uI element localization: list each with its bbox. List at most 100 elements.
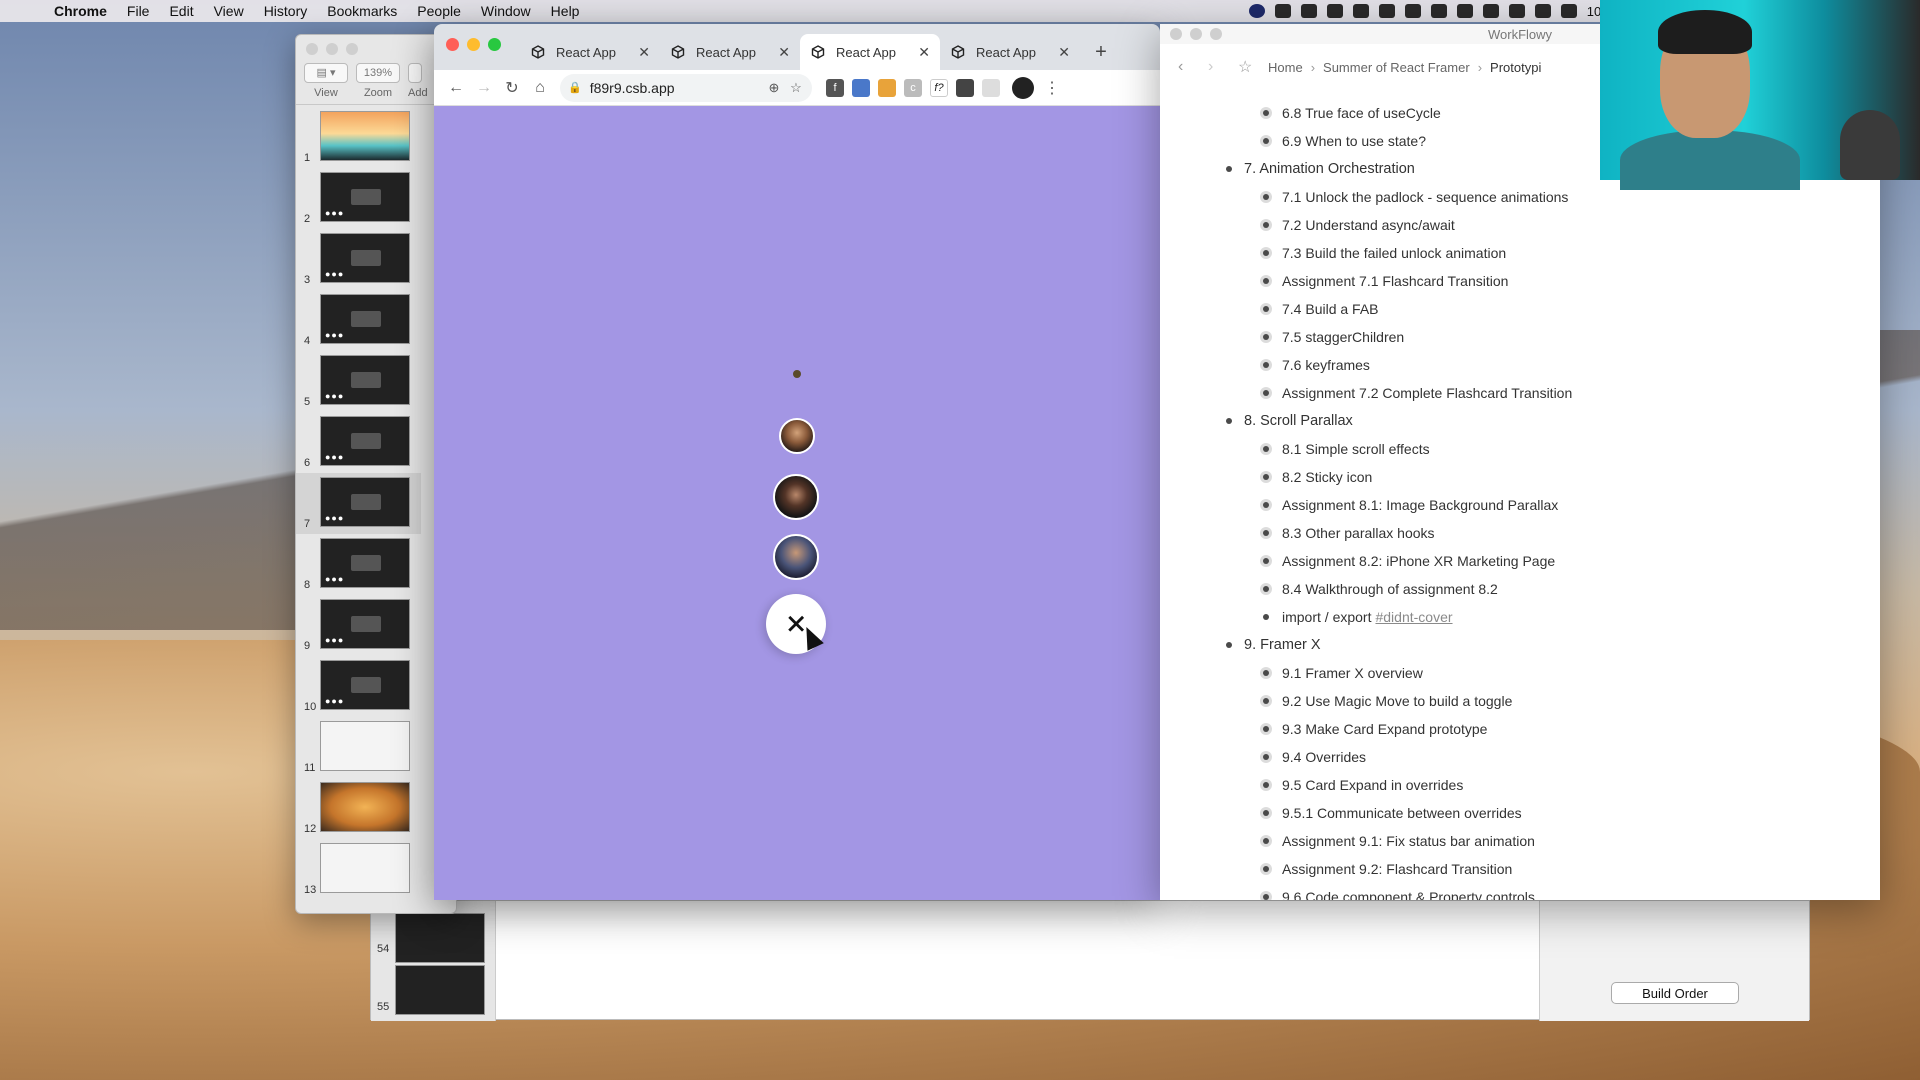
menu-extra-icon[interactable] [1456,4,1473,18]
outline-item[interactable]: 6.8 True face of useCycle [1260,102,1441,124]
outline-item[interactable]: 9.4 Overrides [1260,746,1366,768]
outline-item-text[interactable]: 7.1 Unlock the padlock - sequence animat… [1282,189,1568,205]
star-icon[interactable]: ☆ [1238,57,1268,77]
bullet-icon[interactable] [1260,275,1272,287]
dropbox-icon[interactable] [1300,4,1317,18]
tab-close-icon[interactable]: ✕ [778,44,790,61]
cloud-icon[interactable] [1378,4,1395,18]
slide-row[interactable]: 10 ●●● [296,656,421,717]
extension-sync-icon[interactable] [982,78,1000,97]
outline-item-text[interactable]: 7.3 Build the failed unlock animation [1282,245,1506,261]
tab-close-icon[interactable]: ✕ [1058,44,1070,61]
view-tool[interactable]: ▤ ▾ View [304,63,348,99]
outline-item-text[interactable]: 8.1 Simple scroll effects [1282,441,1430,457]
wifi-icon[interactable] [1560,4,1577,18]
slide-row[interactable]: 9 ●●● [296,595,421,656]
menu-help[interactable]: Help [551,3,580,19]
back-chevron-icon[interactable]: ‹ [1178,58,1208,76]
outline-item[interactable]: 9.5.1 Communicate between overrides [1260,802,1522,824]
profile-avatar[interactable] [1012,76,1034,99]
tab-react-app-4[interactable]: React App ✕ [940,34,1080,70]
extension-calendar-icon[interactable] [852,78,870,97]
breadcrumb-course[interactable]: Summer of React Framer [1323,60,1470,75]
bullet-icon[interactable] [1260,331,1272,343]
slide-thumbnail[interactable]: ●●● [320,416,410,466]
slide-row[interactable]: 5 ●●● [296,351,421,412]
outline-item[interactable]: 7.4 Build a FAB [1260,298,1379,320]
home-icon[interactable]: ⌂ [526,74,554,102]
bullet-icon[interactable] [1226,418,1232,424]
slide-row[interactable]: 7 ●●● [296,473,421,534]
bullet-icon[interactable] [1260,471,1272,483]
outline-item[interactable]: 7.5 staggerChildren [1260,326,1404,348]
slide-thumbnail[interactable]: ●●● [320,538,410,588]
tab-react-app-3-active[interactable]: React App ✕ [800,34,940,70]
docker-icon[interactable] [1352,4,1369,18]
outline-section[interactable]: 7. Animation Orchestration [1226,158,1415,180]
creative-cloud-icon[interactable] [1430,4,1447,18]
bullet-icon[interactable] [1260,611,1272,623]
bullet-icon[interactable] [1260,695,1272,707]
bullet-icon[interactable] [1260,219,1272,231]
display-icon[interactable] [1482,4,1499,18]
tag-link[interactable]: #didnt-cover [1375,609,1452,625]
slide-thumbnail[interactable]: ●●● [320,660,410,710]
slide-thumbnail[interactable]: ●●● [320,599,410,649]
outline-item-text[interactable]: Assignment 7.2 Complete Flashcard Transi… [1282,385,1572,401]
minimize-window-button[interactable] [467,38,480,51]
slide-thumbnail[interactable]: ●●● [320,355,410,405]
slide-row[interactable]: 6 ●●● [296,412,421,473]
tab-close-icon[interactable]: ✕ [638,44,650,61]
build-order-button[interactable]: Build Order [1611,982,1739,1004]
bullet-icon[interactable] [1260,891,1272,900]
camera-icon[interactable] [1274,4,1291,18]
slide-thumbnail[interactable]: ●●● [320,172,410,222]
slide-thumbnail[interactable] [320,843,410,893]
outline-item-text[interactable]: 7.4 Build a FAB [1282,301,1379,317]
slide-row[interactable]: 3 ●●● [296,229,421,290]
outline-item-text[interactable]: 9.5 Card Expand in overrides [1282,777,1463,793]
bullet-icon[interactable] [1226,166,1232,172]
bullet-icon[interactable] [1260,443,1272,455]
slide-row[interactable]: 4 ●●● [296,290,421,351]
outline-section[interactable]: 8. Scroll Parallax [1226,410,1353,432]
add-tool[interactable]: Add [408,63,428,99]
slide-row[interactable]: 12 [296,778,421,839]
new-tab-button[interactable]: + [1086,34,1116,70]
extension-shield-icon[interactable] [956,78,974,97]
slide-thumbnail[interactable]: ●●● [320,294,410,344]
outline-item-text[interactable]: 9.4 Overrides [1282,749,1366,765]
bullet-icon[interactable] [1260,583,1272,595]
fab-close-button[interactable]: + [753,581,839,667]
slide-thumbnail[interactable] [320,782,410,832]
slide-row[interactable]: 13 [296,839,421,900]
bluetooth-icon[interactable] [1508,4,1525,18]
outline-item[interactable]: 7.2 Understand async/await [1260,214,1455,236]
outline-item-text[interactable]: 7.5 staggerChildren [1282,329,1404,345]
outline-item[interactable]: Assignment 8.2: iPhone XR Marketing Page [1260,550,1555,572]
bookmark-star-icon[interactable]: ☆ [788,80,804,96]
bullet-icon[interactable] [1260,107,1272,119]
slide-thumbnail-55[interactable] [395,965,485,1015]
outline-item-text[interactable]: 6.8 True face of useCycle [1282,105,1441,121]
outline-item[interactable]: 9.2 Use Magic Move to build a toggle [1260,690,1512,712]
outline-item[interactable]: 9.5 Card Expand in overrides [1260,774,1463,796]
outline-item[interactable]: Assignment 9.1: Fix status bar animation [1260,830,1535,852]
outline-item-text[interactable]: 9. Framer X [1244,637,1321,653]
slide-row[interactable]: 1 [296,107,421,168]
slide-thumbnail-54[interactable] [395,913,485,963]
extension-function-icon[interactable]: f? [930,78,948,97]
bullet-icon[interactable] [1260,779,1272,791]
lock-icon[interactable]: 🔒 [568,81,582,94]
bullet-icon[interactable] [1260,135,1272,147]
slide-row[interactable]: 8 ●●● [296,534,421,595]
outline-item[interactable]: import / export #didnt-cover [1260,606,1453,628]
extension-c-icon[interactable]: c [904,78,922,97]
forward-chevron-icon[interactable]: › [1208,58,1238,76]
outline-item-text[interactable]: Assignment 9.2: Flashcard Transition [1282,861,1512,877]
outline-item[interactable]: 8.4 Walkthrough of assignment 8.2 [1260,578,1498,600]
avatar-3[interactable] [773,534,819,580]
outline-item-text[interactable]: 7.6 keyframes [1282,357,1370,373]
bullet-icon[interactable] [1260,723,1272,735]
bullet-icon[interactable] [1260,835,1272,847]
